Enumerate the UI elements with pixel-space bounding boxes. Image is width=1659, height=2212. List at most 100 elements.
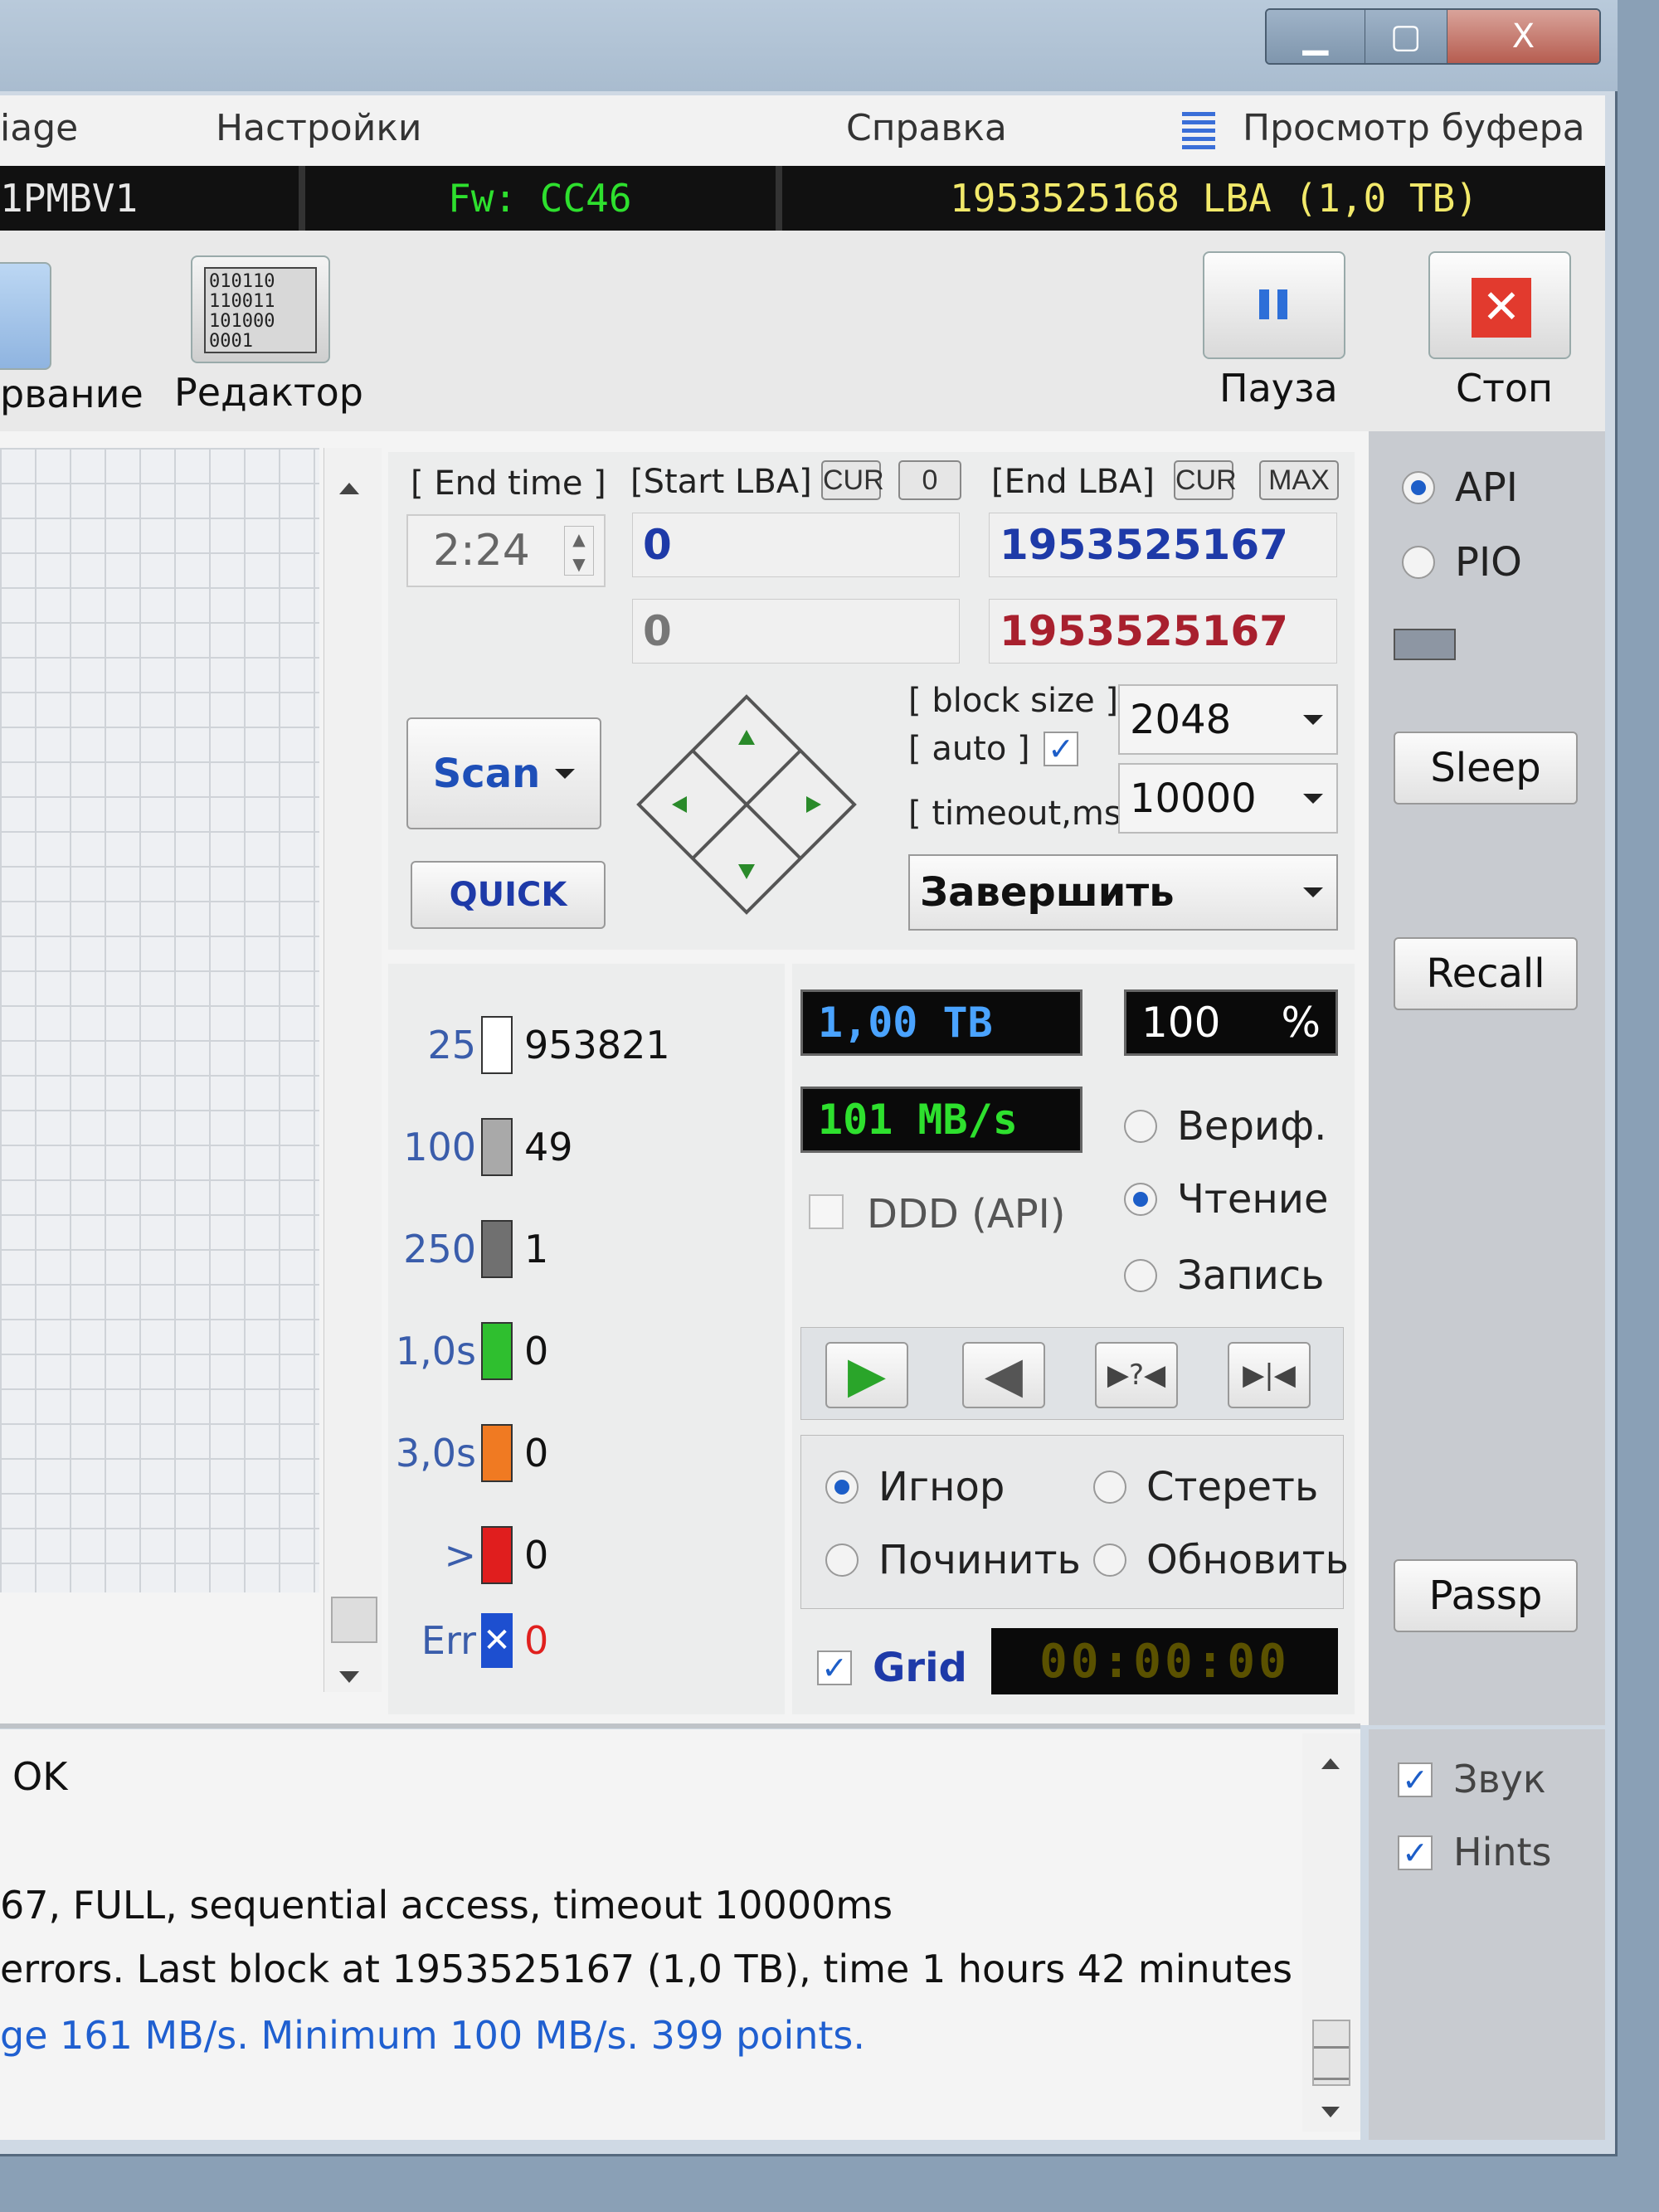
legend-count: 49 bbox=[524, 1125, 573, 1169]
radio-selected-icon bbox=[1402, 471, 1435, 504]
log-scrollbar[interactable] bbox=[1302, 1733, 1360, 2132]
action-ignore-radio[interactable]: Игнор bbox=[825, 1464, 1005, 1510]
read-speed: 101 MB/s bbox=[800, 1087, 1082, 1153]
end-lba-input[interactable]: 1953525167 bbox=[989, 513, 1337, 577]
recall-button[interactable]: Recall bbox=[1394, 937, 1578, 1010]
mode-verify-radio[interactable]: Вериф. bbox=[1124, 1103, 1326, 1150]
legend-row: 1,0s 0 bbox=[390, 1322, 548, 1380]
hints-checkbox[interactable]: ✓ bbox=[1398, 1835, 1433, 1870]
chevron-down-icon bbox=[555, 768, 576, 779]
legend-count: 0 bbox=[524, 1329, 549, 1373]
end-time-value: 2:24 bbox=[433, 526, 530, 576]
stop-label: Стоп bbox=[1456, 366, 1554, 411]
stop-button[interactable]: ✕ bbox=[1428, 251, 1571, 359]
spinner-arrows-icon[interactable]: ▲ ▼ bbox=[564, 526, 594, 576]
action-erase-radio[interactable]: Стереть bbox=[1093, 1464, 1318, 1510]
scroll-thumb[interactable] bbox=[331, 1597, 377, 1643]
random-icon: ▶?◀ bbox=[1107, 1359, 1166, 1392]
end-lba-max-button[interactable]: MAX bbox=[1259, 460, 1339, 500]
play-forward-button[interactable]: ▶ bbox=[825, 1342, 908, 1408]
play-backward-button[interactable]: ◀ bbox=[962, 1342, 1045, 1408]
navigation-pad[interactable] bbox=[635, 693, 859, 916]
minimize-button[interactable]: ▁ bbox=[1267, 10, 1365, 63]
log-scroll-thumb[interactable] bbox=[1312, 2020, 1350, 2086]
end-lba-cur-button[interactable]: CUR bbox=[1174, 460, 1237, 500]
quick-button[interactable]: QUICK bbox=[411, 861, 606, 929]
mode-write-radio[interactable]: Запись bbox=[1124, 1252, 1324, 1299]
radio-icon bbox=[1124, 1259, 1157, 1292]
block-size-select[interactable]: 2048 bbox=[1118, 684, 1338, 755]
close-window-button[interactable]: X bbox=[1447, 10, 1599, 63]
log-panel: OK 67, FULL, sequential access, timeout … bbox=[0, 1729, 1360, 2140]
maximize-icon: ▢ bbox=[1389, 17, 1422, 56]
legend-color-box bbox=[481, 1322, 513, 1380]
radio-icon bbox=[825, 1544, 859, 1577]
interface-pio-radio[interactable]: PIO bbox=[1402, 539, 1522, 586]
legend-color-box bbox=[481, 1118, 513, 1176]
menu-item-settings[interactable]: Настройки bbox=[216, 107, 422, 149]
pause-button[interactable] bbox=[1203, 251, 1345, 359]
menu-item-image[interactable]: iage bbox=[0, 107, 78, 149]
testing-button[interactable] bbox=[0, 262, 51, 370]
passport-button[interactable]: Passp bbox=[1394, 1559, 1578, 1632]
progress-percent: 100 % bbox=[1124, 989, 1338, 1056]
auto-label: [ auto ] bbox=[908, 730, 1030, 768]
timeout-select[interactable]: 10000 bbox=[1118, 763, 1338, 834]
error-count: 0 bbox=[524, 1618, 549, 1663]
legend-count: 1 bbox=[524, 1227, 549, 1271]
close-icon: X bbox=[1511, 17, 1535, 56]
end-time-spinner[interactable]: 2:24 ▲ ▼ bbox=[406, 514, 606, 587]
legend-count: 0 bbox=[524, 1533, 549, 1578]
action-refresh-radio[interactable]: Обновить bbox=[1093, 1537, 1349, 1583]
legend-threshold: 250 bbox=[403, 1227, 476, 1271]
start-lba-input[interactable]: 0 bbox=[632, 513, 960, 577]
radio-icon bbox=[1402, 546, 1435, 579]
block-size-value: 2048 bbox=[1130, 696, 1232, 743]
finish-action-select[interactable]: Завершить bbox=[908, 854, 1338, 931]
chevron-down-icon bbox=[1303, 793, 1323, 804]
menu-item-help[interactable]: Справка bbox=[846, 107, 1007, 149]
menu-item-buffer[interactable]: Просмотр буфера bbox=[1243, 107, 1585, 149]
grid-checkbox[interactable]: ✓ bbox=[817, 1650, 852, 1685]
window-controls: ▁ ▢ X bbox=[1265, 8, 1601, 65]
sleep-button[interactable]: Sleep bbox=[1394, 732, 1578, 805]
hints-label: Hints bbox=[1453, 1830, 1552, 1874]
error-row: Err ✕ 0 bbox=[390, 1613, 548, 1668]
drive-info-bar: 1PMBV1 Fw: CC46 1953525168 LBA (1,0 TB) bbox=[0, 166, 1605, 231]
ddd-api-checkbox[interactable] bbox=[809, 1194, 844, 1229]
editor-button[interactable]: 010110 110011 101000 0001 bbox=[191, 255, 330, 363]
scan-button[interactable]: Scan bbox=[406, 717, 601, 829]
back-icon: ◀ bbox=[984, 1346, 1024, 1404]
interface-api-radio[interactable]: API bbox=[1402, 464, 1518, 511]
action-repair-radio[interactable]: Починить bbox=[825, 1537, 1081, 1583]
list-icon bbox=[1182, 112, 1215, 152]
elapsed-timer: 00:00:00 bbox=[991, 1628, 1338, 1694]
start-lba-label: [Start LBA] bbox=[630, 463, 812, 501]
status-indicator-icon bbox=[1394, 629, 1456, 660]
minimize-icon: ▁ bbox=[1302, 17, 1329, 56]
butterfly-icon: ▶|◀ bbox=[1243, 1359, 1296, 1392]
finish-action-value: Завершить bbox=[920, 869, 1175, 916]
scroll-up-icon[interactable] bbox=[339, 483, 359, 494]
progress-value: 100 bbox=[1141, 999, 1221, 1047]
map-scrollbar[interactable] bbox=[324, 448, 382, 1692]
maximize-button[interactable]: ▢ bbox=[1365, 10, 1447, 63]
start-lba-cur-button[interactable]: CUR bbox=[821, 460, 884, 500]
timeout-label: [ timeout,ms ] bbox=[908, 795, 1146, 833]
legend-row: 250 1 bbox=[390, 1220, 548, 1278]
start-lba-zero-button[interactable]: 0 bbox=[898, 460, 961, 500]
menu-bar: iage Настройки Справка Просмотр буфера bbox=[0, 95, 1605, 166]
legend-row: 100 49 bbox=[390, 1118, 573, 1176]
radio-icon bbox=[1093, 1544, 1126, 1577]
auto-checkbox[interactable]: ✓ bbox=[1044, 732, 1078, 766]
legend-threshold: 3,0s bbox=[395, 1431, 476, 1475]
legend-count: 0 bbox=[524, 1431, 549, 1475]
binary-icon: 010110 110011 101000 0001 bbox=[204, 267, 317, 353]
error-icon: ✕ bbox=[481, 1613, 513, 1668]
mode-read-radio[interactable]: Чтение bbox=[1124, 1176, 1329, 1223]
sound-checkbox[interactable]: ✓ bbox=[1398, 1762, 1433, 1797]
scroll-down-icon[interactable] bbox=[1321, 2107, 1340, 2117]
scroll-up-icon[interactable] bbox=[1321, 1758, 1340, 1769]
butterfly-button[interactable]: ▶|◀ bbox=[1228, 1342, 1311, 1408]
random-seek-button[interactable]: ▶?◀ bbox=[1095, 1342, 1178, 1408]
